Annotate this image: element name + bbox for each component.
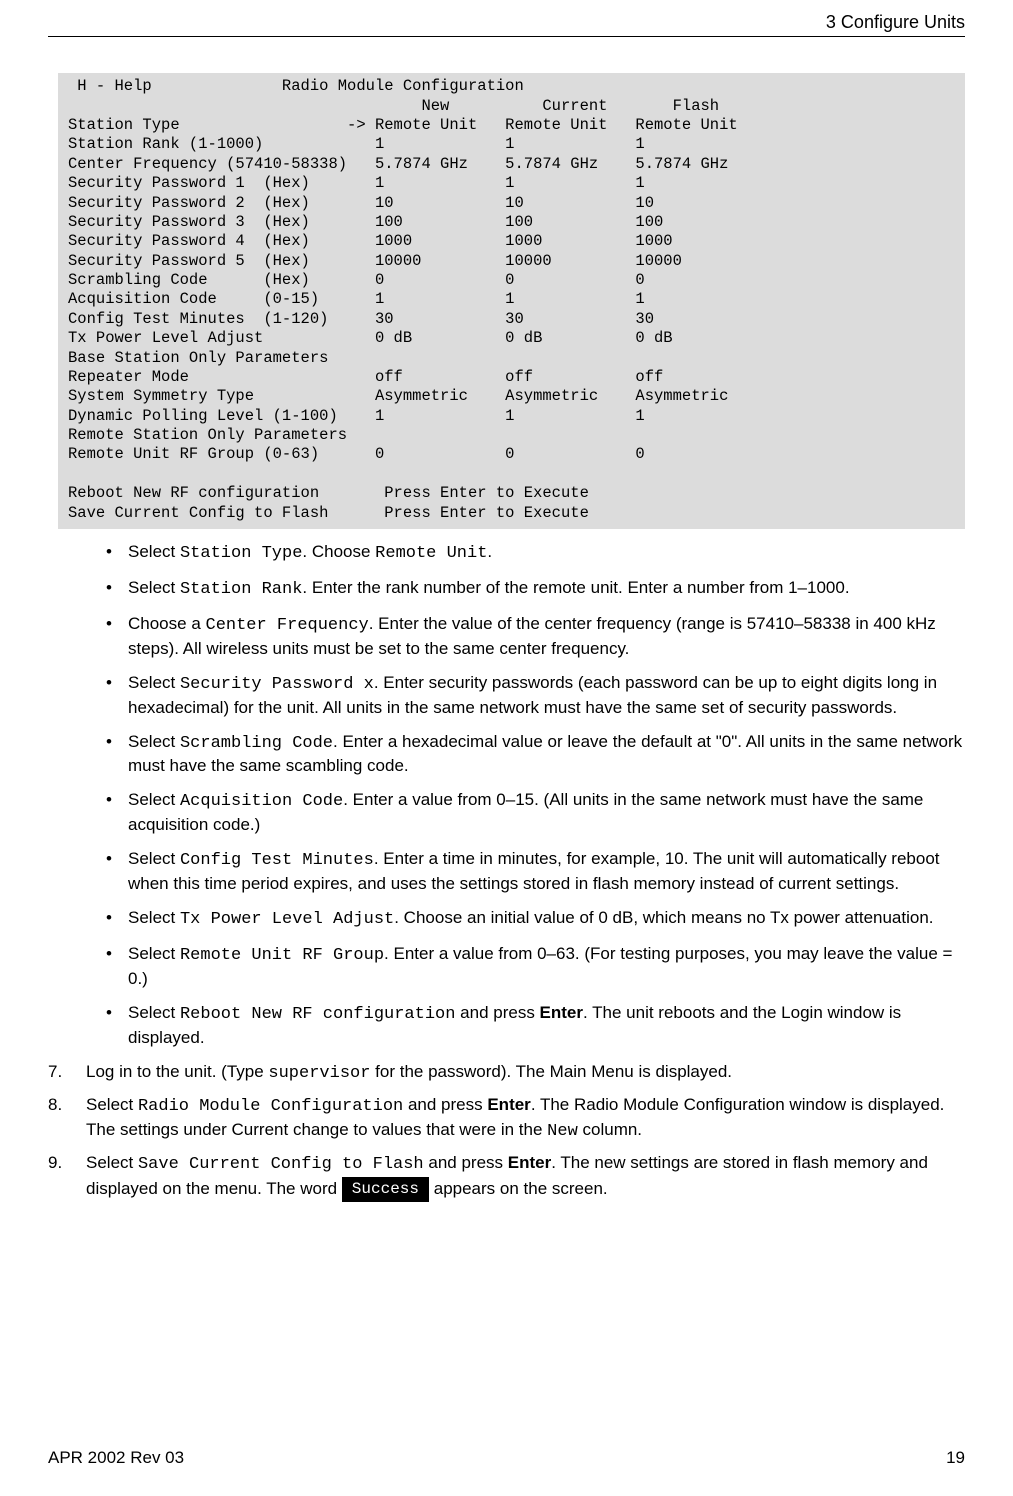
bullet-item: Choose a Center Frequency. Enter the val… xyxy=(106,613,965,661)
bold-text: Enter xyxy=(508,1153,551,1172)
numbered-steps: 7.Log in to the unit. (Type supervisor f… xyxy=(48,1061,965,1202)
success-badge: Success xyxy=(342,1177,429,1203)
footer-page-number: 19 xyxy=(946,1447,965,1470)
bullet-item: Select Tx Power Level Adjust. Choose an … xyxy=(106,907,965,932)
code-text: Station Rank xyxy=(180,580,302,599)
code-text: Scrambling Code xyxy=(180,734,333,753)
step-item: 8.Select Radio Module Configuration and … xyxy=(48,1094,965,1144)
step-number: 7. xyxy=(48,1061,62,1084)
bullet-item: Select Reboot New RF configuration and p… xyxy=(106,1002,965,1050)
code-text: Acquisition Code xyxy=(180,792,343,811)
terminal-block: H - Help Radio Module Configuration New … xyxy=(58,73,965,529)
bold-text: Enter xyxy=(540,1003,583,1022)
bold-text: Enter xyxy=(487,1095,530,1114)
code-text: Security Password x xyxy=(180,675,374,694)
bullet-item: Select Config Test Minutes. Enter a time… xyxy=(106,848,965,896)
step-item: 9.Select Save Current Config to Flash an… xyxy=(48,1152,965,1203)
code-text: New xyxy=(547,1122,578,1141)
code-text: Config Test Minutes xyxy=(180,851,374,870)
bullet-item: Select Acquisition Code. Enter a value f… xyxy=(106,789,965,837)
code-text: supervisor xyxy=(268,1064,370,1083)
step-item: 7.Log in to the unit. (Type supervisor f… xyxy=(48,1061,965,1086)
code-text: Remote Unit RF Group xyxy=(180,946,384,965)
footer-rev: APR 2002 Rev 03 xyxy=(48,1447,184,1470)
step-number: 9. xyxy=(48,1152,62,1175)
bullet-item: Select Scrambling Code. Enter a hexadeci… xyxy=(106,731,965,779)
code-text: Remote Unit xyxy=(375,544,487,563)
bullet-item: Select Security Password x. Enter securi… xyxy=(106,672,965,720)
bullet-item: Select Remote Unit RF Group. Enter a val… xyxy=(106,943,965,991)
code-text: Tx Power Level Adjust xyxy=(180,910,394,929)
step-number: 8. xyxy=(48,1094,62,1117)
code-text: Reboot New RF configuration xyxy=(180,1005,455,1024)
code-text: Radio Module Configuration xyxy=(138,1097,403,1116)
page-footer: APR 2002 Rev 03 19 xyxy=(48,1447,965,1470)
code-text: Station Type xyxy=(180,544,302,563)
code-text: Center Frequency xyxy=(206,616,369,635)
chapter-header: 3 Configure Units xyxy=(48,10,965,37)
code-text: Save Current Config to Flash xyxy=(138,1155,424,1174)
instruction-bullets: Select Station Type. Choose Remote Unit.… xyxy=(106,541,965,1050)
bullet-item: Select Station Type. Choose Remote Unit. xyxy=(106,541,965,566)
bullet-item: Select Station Rank. Enter the rank numb… xyxy=(106,577,965,602)
